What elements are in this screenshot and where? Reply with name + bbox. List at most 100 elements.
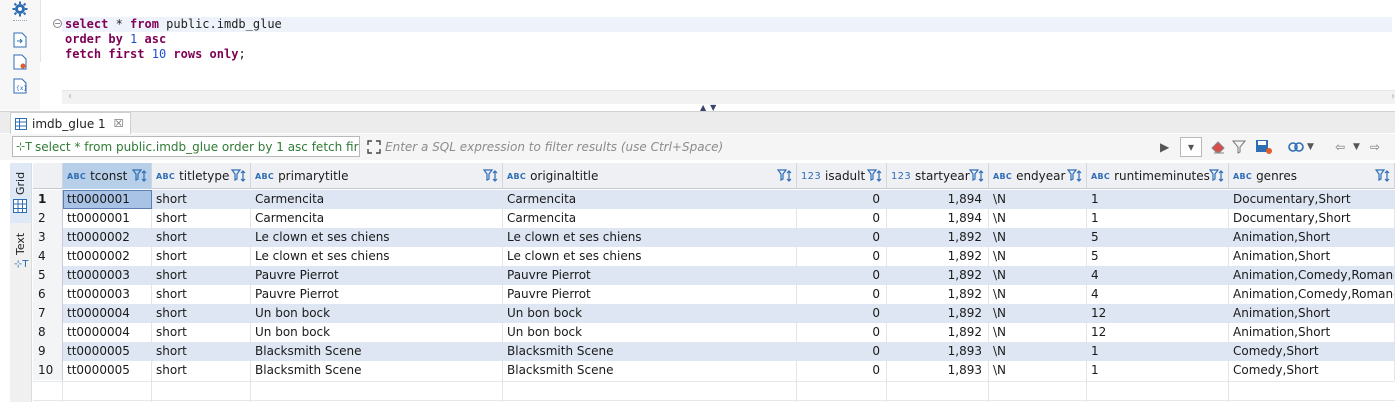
table-cell[interactable]: tt0000005 [63, 361, 152, 380]
table-cell[interactable]: short [152, 304, 251, 323]
table-cell[interactable]: 1,892 [887, 285, 989, 304]
table-cell[interactable]: short [152, 247, 251, 266]
table-cell[interactable]: \N [989, 266, 1087, 285]
row-number[interactable]: 5 [33, 266, 63, 285]
table-cell[interactable]: 1 [1087, 361, 1229, 380]
table-row[interactable]: 2 tt0000001 short Carmencita Carmencita 0 1,89… [33, 209, 1395, 228]
column-header-titletype[interactable]: ABC titletype [152, 163, 251, 189]
tab-text[interactable]: Text ⊹T [10, 229, 31, 289]
tab-imdb-glue-1[interactable]: imdb_glue 1 ☒ [10, 112, 131, 134]
filter-sort-icon[interactable] [969, 168, 985, 184]
column-header-isadult[interactable]: 123 isadult [797, 163, 887, 189]
table-cell[interactable]: Blacksmith Scene [251, 361, 503, 380]
table-cell[interactable]: Un bon bock [251, 304, 503, 323]
table-cell[interactable]: 1,892 [887, 323, 989, 342]
row-number[interactable]: 8 [33, 323, 63, 342]
table-cell[interactable]: 5 [1087, 228, 1229, 247]
table-cell[interactable]: tt0000002 [63, 228, 152, 247]
table-cell[interactable]: 0 [797, 190, 887, 209]
back-arrow-icon[interactable]: ⇦ [1335, 138, 1345, 156]
filter-expression-input[interactable] [385, 137, 1155, 157]
table-cell[interactable]: Comedy,Short [1229, 361, 1395, 380]
table-cell[interactable]: Carmencita [503, 209, 797, 228]
table-cell[interactable]: tt0000002 [63, 247, 152, 266]
column-header-runtimeminutes[interactable]: ABC runtimeminutes [1087, 163, 1229, 189]
table-cell[interactable]: 0 [797, 285, 887, 304]
table-cell[interactable]: \N [989, 323, 1087, 342]
tab-grid[interactable]: Grid [10, 163, 31, 223]
filter-history-dropdown[interactable]: ▾ [1180, 137, 1202, 157]
table-cell[interactable]: 1,893 [887, 361, 989, 380]
table-row[interactable]: 7 tt0000004 short Un bon bock Un bon bock 0 1,… [33, 304, 1395, 323]
table-cell[interactable]: Blacksmith Scene [503, 342, 797, 361]
panels-icon[interactable] [1287, 138, 1305, 156]
table-cell[interactable]: Documentary,Short [1229, 209, 1395, 228]
table-cell[interactable]: tt0000001 [63, 209, 152, 228]
sql-code[interactable]: select * from public.imdb_glue order by … [62, 17, 1392, 62]
filter-sort-icon[interactable] [1375, 168, 1391, 184]
forward-arrow-icon[interactable]: ⇨ [1370, 138, 1380, 156]
table-cell[interactable]: Le clown et ses chiens [251, 247, 503, 266]
table-cell[interactable]: Blacksmith Scene [503, 361, 797, 380]
table-cell[interactable]: 1,892 [887, 266, 989, 285]
table-cell[interactable]: Pauvre Pierrot [503, 285, 797, 304]
column-header-primarytitle[interactable]: ABC primarytitle [251, 163, 503, 189]
table-cell[interactable]: 1,894 [887, 190, 989, 209]
table-cell[interactable]: 12 [1087, 304, 1229, 323]
filter-sort-icon[interactable] [867, 168, 883, 184]
table-cell[interactable]: short [152, 361, 251, 380]
table-row[interactable]: 5 tt0000003 short Pauvre Pierrot Pauvre Pier… [33, 266, 1395, 285]
table-cell[interactable]: 0 [797, 323, 887, 342]
chevron-down-icon[interactable]: ▼ [1307, 138, 1314, 156]
table-cell[interactable]: Un bon bock [503, 323, 797, 342]
column-header-genres[interactable]: ABC genres [1229, 163, 1395, 189]
code-line-2[interactable]: order by 1 asc [62, 32, 1392, 47]
column-header-startyear[interactable]: 123 startyear [887, 163, 989, 189]
table-cell[interactable]: Un bon bock [251, 323, 503, 342]
table-cell[interactable]: Carmencita [503, 190, 797, 209]
table-cell[interactable]: tt0000004 [63, 323, 152, 342]
table-row[interactable]: 6 tt0000003 short Pauvre Pierrot Pauvre Pier… [33, 285, 1395, 304]
save-filter-icon[interactable] [1255, 138, 1273, 156]
filter-sort-icon[interactable] [231, 168, 247, 184]
gear-icon[interactable] [10, 0, 30, 18]
table-cell[interactable]: Le clown et ses chiens [251, 228, 503, 247]
table-cell[interactable]: 1,892 [887, 304, 989, 323]
filter-sort-icon[interactable] [1209, 168, 1225, 184]
table-cell[interactable]: short [152, 323, 251, 342]
table-cell[interactable]: 1,892 [887, 228, 989, 247]
row-number[interactable]: 10 [33, 361, 63, 380]
row-number[interactable]: 7 [33, 304, 63, 323]
row-number[interactable]: 1 [33, 190, 63, 209]
table-cell[interactable]: Pauvre Pierrot [251, 285, 503, 304]
expand-icon[interactable] [366, 139, 382, 155]
apply-filter-icon[interactable]: ▶ [1160, 138, 1169, 156]
table-cell[interactable]: tt0000001 [63, 190, 152, 209]
table-cell[interactable]: Le clown et ses chiens [503, 247, 797, 266]
table-cell[interactable]: 1 [1087, 209, 1229, 228]
table-cell[interactable]: Blacksmith Scene [251, 342, 503, 361]
table-cell[interactable]: \N [989, 285, 1087, 304]
new-script-icon[interactable] [10, 53, 30, 71]
table-cell[interactable]: \N [989, 361, 1087, 380]
table-cell[interactable]: 0 [797, 342, 887, 361]
table-cell[interactable]: \N [989, 342, 1087, 361]
grid-corner[interactable] [33, 163, 63, 189]
table-cell[interactable]: \N [989, 190, 1087, 209]
filter-sort-icon[interactable] [1067, 168, 1083, 184]
scroll-right-icon[interactable]: › [1391, 91, 1395, 102]
table-cell[interactable]: short [152, 228, 251, 247]
row-number[interactable]: 6 [33, 285, 63, 304]
table-cell[interactable]: Le clown et ses chiens [503, 228, 797, 247]
table-cell[interactable]: 0 [797, 361, 887, 380]
table-cell[interactable]: tt0000003 [63, 266, 152, 285]
table-cell[interactable]: 1,893 [887, 342, 989, 361]
editor-horizontal-scrollbar[interactable]: ‹ › [62, 90, 1395, 104]
table-cell[interactable]: tt0000005 [63, 342, 152, 361]
row-number[interactable]: 3 [33, 228, 63, 247]
code-line-1[interactable]: select * from public.imdb_glue [62, 17, 1392, 32]
table-row[interactable]: 3 tt0000002 short Le clown et ses chiens Le … [33, 228, 1395, 247]
row-number[interactable]: 4 [33, 247, 63, 266]
row-number[interactable]: 9 [33, 342, 63, 361]
table-row[interactable]: 1 tt0000001 short Carmencita Carmencita 0 1,89… [33, 190, 1395, 209]
